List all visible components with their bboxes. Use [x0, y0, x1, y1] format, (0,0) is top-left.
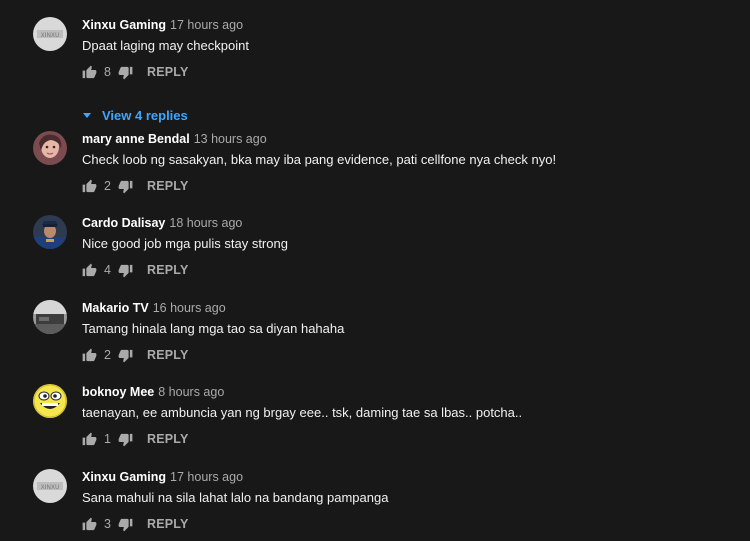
- reply-button[interactable]: REPLY: [147, 517, 189, 531]
- timestamp[interactable]: 8 hours ago: [158, 385, 224, 399]
- comment-header: Xinxu Gaming 17 hours ago: [82, 17, 243, 33]
- timestamp[interactable]: 17 hours ago: [170, 18, 243, 32]
- like-count: 1: [104, 432, 111, 446]
- comment-header: Makario TV 16 hours ago: [82, 300, 226, 316]
- view-replies-label: View 4 replies: [102, 107, 188, 123]
- avatar[interactable]: XINXU: [33, 17, 67, 51]
- timestamp[interactable]: 16 hours ago: [153, 301, 226, 315]
- reply-button[interactable]: REPLY: [147, 348, 189, 362]
- comment-text: Sana mahuli na sila lahat lalo na bandan…: [82, 490, 389, 505]
- thumbs-up-icon[interactable]: [82, 263, 97, 278]
- comment-actions: 2 REPLY: [82, 347, 189, 363]
- comment-text: Tamang hinala lang mga tao sa diyan haha…: [82, 321, 345, 336]
- avatar[interactable]: [33, 384, 67, 418]
- avatar[interactable]: [33, 131, 67, 165]
- like-count: 8: [104, 65, 111, 79]
- timestamp[interactable]: 13 hours ago: [194, 132, 267, 146]
- timestamp[interactable]: 17 hours ago: [170, 470, 243, 484]
- author-name[interactable]: Xinxu Gaming: [82, 18, 166, 32]
- thumbs-down-icon[interactable]: [118, 348, 133, 363]
- thumbs-up-icon[interactable]: [82, 179, 97, 194]
- reply-button[interactable]: REPLY: [147, 432, 189, 446]
- author-name[interactable]: mary anne Bendal: [82, 132, 190, 146]
- thumbs-up-icon[interactable]: [82, 348, 97, 363]
- svg-text:XINXU: XINXU: [41, 484, 60, 491]
- timestamp[interactable]: 18 hours ago: [169, 216, 242, 230]
- comment-actions: 2 REPLY: [82, 178, 189, 194]
- author-name[interactable]: Makario TV: [82, 301, 149, 315]
- comment-header: Xinxu Gaming 17 hours ago: [82, 469, 243, 485]
- author-name[interactable]: Xinxu Gaming: [82, 470, 166, 484]
- reply-button[interactable]: REPLY: [147, 65, 189, 79]
- avatar[interactable]: [33, 300, 67, 334]
- comment-header: boknoy Mee 8 hours ago: [82, 384, 224, 400]
- author-name[interactable]: boknoy Mee: [82, 385, 154, 399]
- comment-text: taenayan, ee ambuncia yan ng brgay eee..…: [82, 405, 523, 420]
- like-count: 2: [104, 179, 111, 193]
- comment-header: mary anne Bendal 13 hours ago: [82, 131, 267, 147]
- thumbs-down-icon[interactable]: [118, 65, 133, 80]
- avatar[interactable]: [33, 215, 67, 249]
- avatar[interactable]: XINXU: [33, 469, 67, 503]
- comment-actions: 1 REPLY: [82, 431, 189, 447]
- comment-actions: 8 REPLY: [82, 64, 189, 80]
- reply-button[interactable]: REPLY: [147, 263, 189, 277]
- thumbs-up-icon[interactable]: [82, 517, 97, 532]
- like-count: 3: [104, 517, 111, 531]
- comment-text: Check loob ng sasakyan, bka may iba pang…: [82, 152, 557, 167]
- comment-text: Nice good job mga pulis stay strong: [82, 236, 288, 251]
- comment-text: Dpaat laging may checkpoint: [82, 38, 249, 53]
- comment-actions: 3 REPLY: [82, 516, 189, 532]
- like-count: 2: [104, 348, 111, 362]
- thumbs-up-icon[interactable]: [82, 65, 97, 80]
- svg-text:XINXU: XINXU: [41, 32, 60, 39]
- thumbs-down-icon[interactable]: [118, 432, 133, 447]
- view-replies-button[interactable]: View 4 replies: [82, 107, 188, 123]
- thumbs-down-icon[interactable]: [118, 517, 133, 532]
- caret-down-icon: [83, 113, 91, 118]
- reply-button[interactable]: REPLY: [147, 179, 189, 193]
- thumbs-down-icon[interactable]: [118, 179, 133, 194]
- like-count: 4: [104, 263, 111, 277]
- author-name[interactable]: Cardo Dalisay: [82, 216, 165, 230]
- comment-actions: 4 REPLY: [82, 262, 189, 278]
- thumbs-down-icon[interactable]: [118, 263, 133, 278]
- thumbs-up-icon[interactable]: [82, 432, 97, 447]
- comment-header: Cardo Dalisay 18 hours ago: [82, 215, 242, 231]
